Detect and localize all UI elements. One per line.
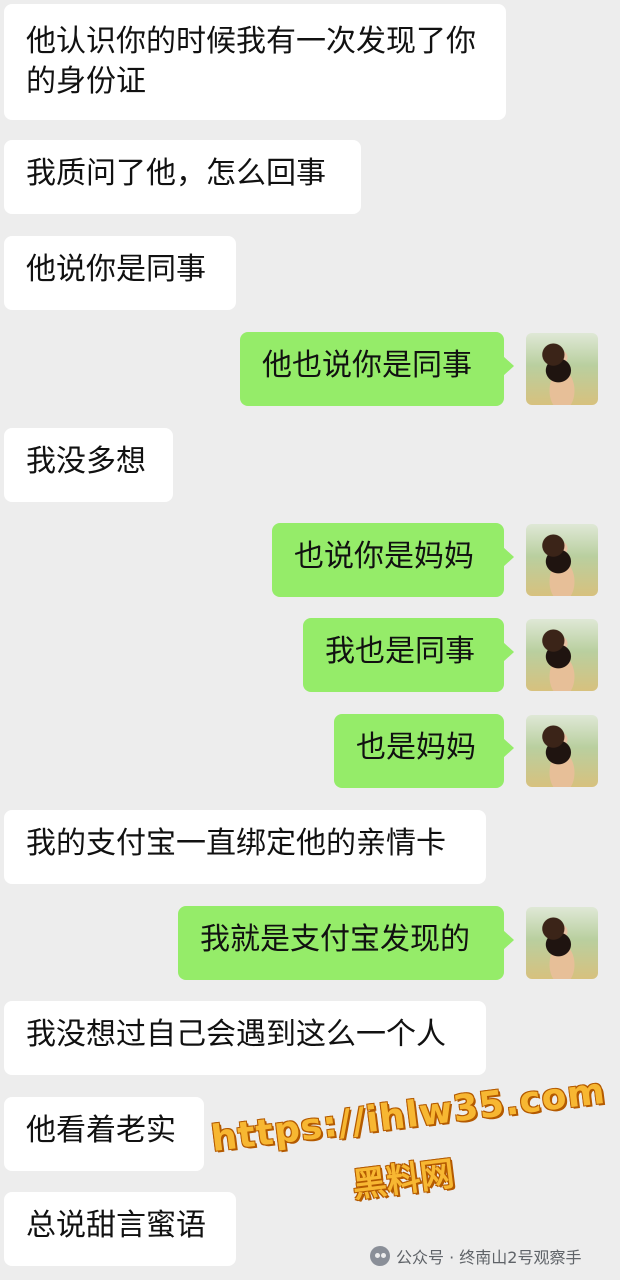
message-bubble-received[interactable]: 我的支付宝一直绑定他的亲情卡 xyxy=(4,810,486,884)
avatar-photo-icon[interactable] xyxy=(526,524,598,596)
message-bubble-received[interactable]: 他说你是同事 xyxy=(4,236,236,310)
message-text: 我没多想 xyxy=(26,444,146,479)
message-text-line: 的身份证 xyxy=(26,64,146,99)
message-bubble-sent[interactable]: 他也说你是同事 xyxy=(240,332,514,406)
official-account-footer: 公众号 · 终南山2号观察手 xyxy=(370,1243,581,1269)
message-text: 也说你是妈妈 xyxy=(294,539,474,574)
message-text: 我就是支付宝发现的 xyxy=(200,922,470,957)
message-bubble-sent[interactable]: 我就是支付宝发现的 xyxy=(178,906,514,980)
message-bubble-received[interactable]: 我没想过自己会遇到这么一个人 xyxy=(4,1001,486,1075)
avatar-photo-icon[interactable] xyxy=(526,907,598,979)
message-bubble-sent[interactable]: 也是妈妈 xyxy=(334,714,514,788)
message-bubble-sent[interactable]: 也说你是妈妈 xyxy=(272,523,514,597)
message-text: 他说你是同事 xyxy=(26,252,206,287)
message-text: 我质问了他，怎么回事 xyxy=(26,156,326,191)
message-text: 我没想过自己会遇到这么一个人 xyxy=(26,1017,446,1052)
message-text: 总说甜言蜜语 xyxy=(26,1208,206,1243)
message-text: 也是妈妈 xyxy=(356,730,476,765)
avatar-photo-icon[interactable] xyxy=(526,333,598,405)
avatar-photo-icon[interactable] xyxy=(526,715,598,787)
message-text: 他看着老实 xyxy=(26,1113,176,1148)
message-bubble-sent[interactable]: 我也是同事 xyxy=(303,618,514,692)
message-bubble-received[interactable]: 他认识你的时候我有一次发现了你 的身份证 xyxy=(4,4,506,120)
footer-text: 公众号 · 终南山2号观察手 xyxy=(396,1248,582,1267)
message-text-line: 他认识你的时候我有一次发现了你 xyxy=(26,24,476,59)
message-text: 我也是同事 xyxy=(325,634,475,669)
message-bubble-received[interactable]: 我质问了他，怎么回事 xyxy=(4,140,361,214)
message-bubble-received[interactable]: 总说甜言蜜语 xyxy=(4,1192,236,1266)
message-bubble-received[interactable]: 我没多想 xyxy=(4,428,173,502)
avatar-photo-icon[interactable] xyxy=(526,619,598,691)
message-bubble-received[interactable]: 他看着老实 xyxy=(4,1097,204,1171)
message-text: 他也说你是同事 xyxy=(262,348,472,383)
wechat-official-account-icon xyxy=(370,1246,390,1266)
message-text: 我的支付宝一直绑定他的亲情卡 xyxy=(26,826,446,861)
